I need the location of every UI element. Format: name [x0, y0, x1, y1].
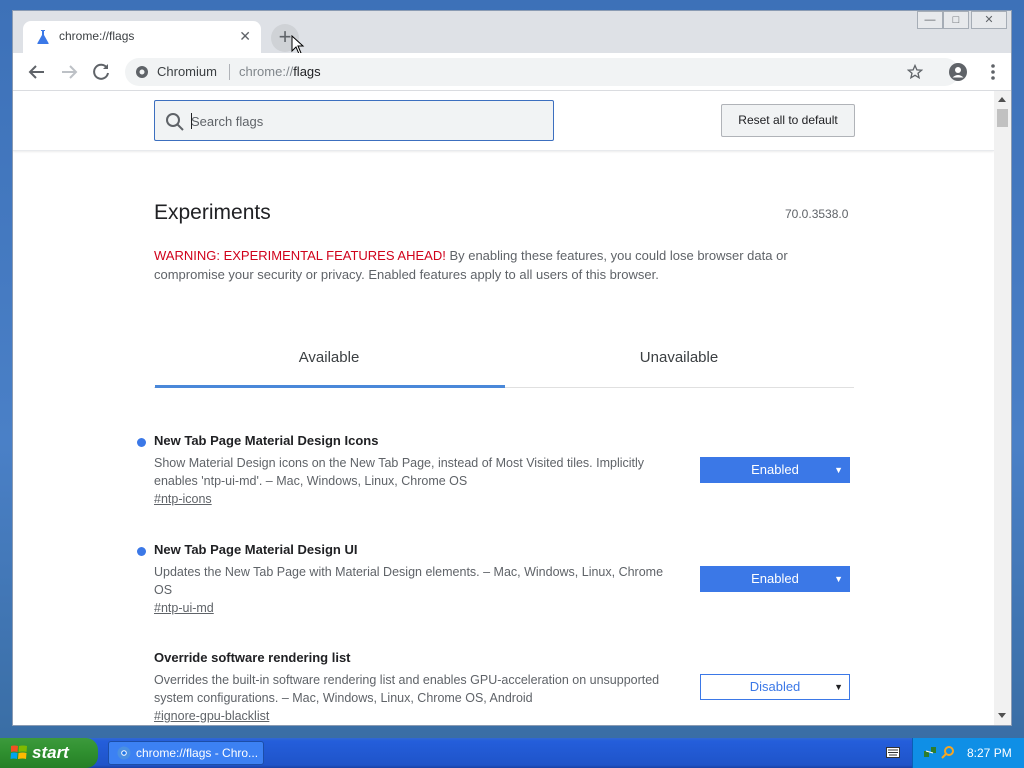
tab-strip: chrome://flags ✕ + — □ ✕ [13, 11, 1011, 55]
flag-state-value: Enabled [751, 571, 799, 586]
search-icon[interactable] [941, 745, 955, 759]
flag-description: Overrides the built-in software renderin… [154, 673, 660, 705]
browser-window: chrome://flags ✕ + — □ ✕ Chromium chrome… [12, 10, 1012, 726]
network-icon[interactable] [923, 745, 937, 759]
omnibox[interactable]: Chromium chrome://flags [125, 58, 959, 86]
reload-icon[interactable] [89, 60, 113, 84]
version-label: 70.0.3538.0 [785, 207, 849, 221]
search-input[interactable] [191, 111, 541, 131]
scrollbar-thumb[interactable] [997, 109, 1008, 127]
url-scheme: chrome:// [239, 64, 294, 79]
chromium-icon [136, 66, 148, 78]
chevron-down-icon: ▼ [834, 465, 843, 475]
flag-state-select[interactable]: Enabled ▼ [700, 457, 850, 483]
scroll-up-icon[interactable] [998, 97, 1006, 102]
tab-unavailable[interactable]: Unavailable [504, 349, 854, 366]
flag-name: Override software rendering list [154, 650, 351, 665]
forward-icon[interactable] [57, 60, 81, 84]
selected-tab-indicator [155, 385, 505, 388]
flask-icon [37, 30, 49, 44]
taskbar: start chrome://flags - Chro... 8:27 PM [0, 738, 1024, 768]
chromium-icon [117, 746, 131, 760]
taskbar-chromium-window[interactable]: chrome://flags - Chro... [108, 741, 264, 765]
flag-name: New Tab Page Material Design Icons [154, 433, 379, 448]
search-box[interactable] [154, 100, 554, 141]
keyboard-icon[interactable] [886, 747, 900, 758]
flag-name: New Tab Page Material Design UI [154, 542, 358, 557]
page-scrollbar[interactable] [994, 91, 1011, 725]
flag-description: Updates the New Tab Page with Material D… [154, 565, 664, 597]
mouse-cursor-icon [291, 35, 305, 55]
maximize-button[interactable]: □ [943, 11, 969, 29]
profile-icon[interactable] [948, 62, 968, 82]
close-window-button[interactable]: ✕ [971, 11, 1007, 29]
chevron-down-icon: ▼ [834, 574, 843, 584]
system-tray: 8:27 PM [912, 738, 1024, 768]
taskbar-window-label: chrome://flags - Chro... [136, 746, 259, 760]
start-label: start [32, 743, 69, 762]
flag-state-select[interactable]: Disabled ▼ [700, 674, 850, 700]
flag-state-select[interactable]: Enabled ▼ [700, 566, 850, 592]
minimize-button[interactable]: — [917, 11, 943, 29]
tab-available[interactable]: Available [154, 349, 504, 366]
back-icon[interactable] [25, 60, 49, 84]
modified-indicator [137, 547, 146, 556]
flag-permalink[interactable]: #ignore-gpu-blacklist [154, 709, 269, 723]
reset-all-button[interactable]: Reset all to default [721, 104, 855, 137]
windows-logo-icon [10, 745, 27, 759]
flag-permalink[interactable]: #ntp-icons [154, 492, 212, 506]
tab-title: chrome://flags [59, 29, 135, 43]
scroll-down-icon[interactable] [998, 713, 1006, 718]
omnibox-site-label: Chromium [157, 64, 217, 79]
flag-state-value: Disabled [749, 679, 801, 694]
flag-state-value: Enabled [751, 462, 799, 477]
star-icon[interactable] [907, 64, 923, 80]
warning-alert: WARNING: EXPERIMENTAL FEATURES AHEAD! [154, 248, 446, 263]
start-button[interactable]: start [0, 738, 98, 768]
warning-message: WARNING: EXPERIMENTAL FEATURES AHEAD! By… [154, 246, 834, 284]
url-host: flags [293, 64, 321, 79]
flags-page: Reset all to default Experiments 70.0.35… [13, 91, 994, 725]
flags-header: Reset all to default [13, 91, 994, 151]
omnibox-separator [229, 64, 230, 80]
page-title: Experiments [154, 201, 271, 224]
menu-icon[interactable] [983, 62, 1003, 82]
omnibox-url[interactable]: chrome://flags [239, 64, 321, 79]
tab-chrome-flags[interactable]: chrome://flags ✕ [23, 21, 261, 53]
chevron-down-icon: ▼ [834, 682, 843, 692]
clock: 8:27 PM [967, 746, 1012, 760]
tab-close-icon[interactable]: ✕ [239, 28, 251, 45]
search-icon [166, 113, 184, 131]
flag-description: Show Material Design icons on the New Ta… [154, 456, 645, 488]
flag-permalink[interactable]: #ntp-ui-md [154, 601, 214, 615]
modified-indicator [137, 438, 146, 447]
flags-tabs: Available Unavailable [154, 336, 854, 388]
browser-toolbar: Chromium chrome://flags [13, 53, 1011, 91]
text-caret [191, 113, 192, 129]
